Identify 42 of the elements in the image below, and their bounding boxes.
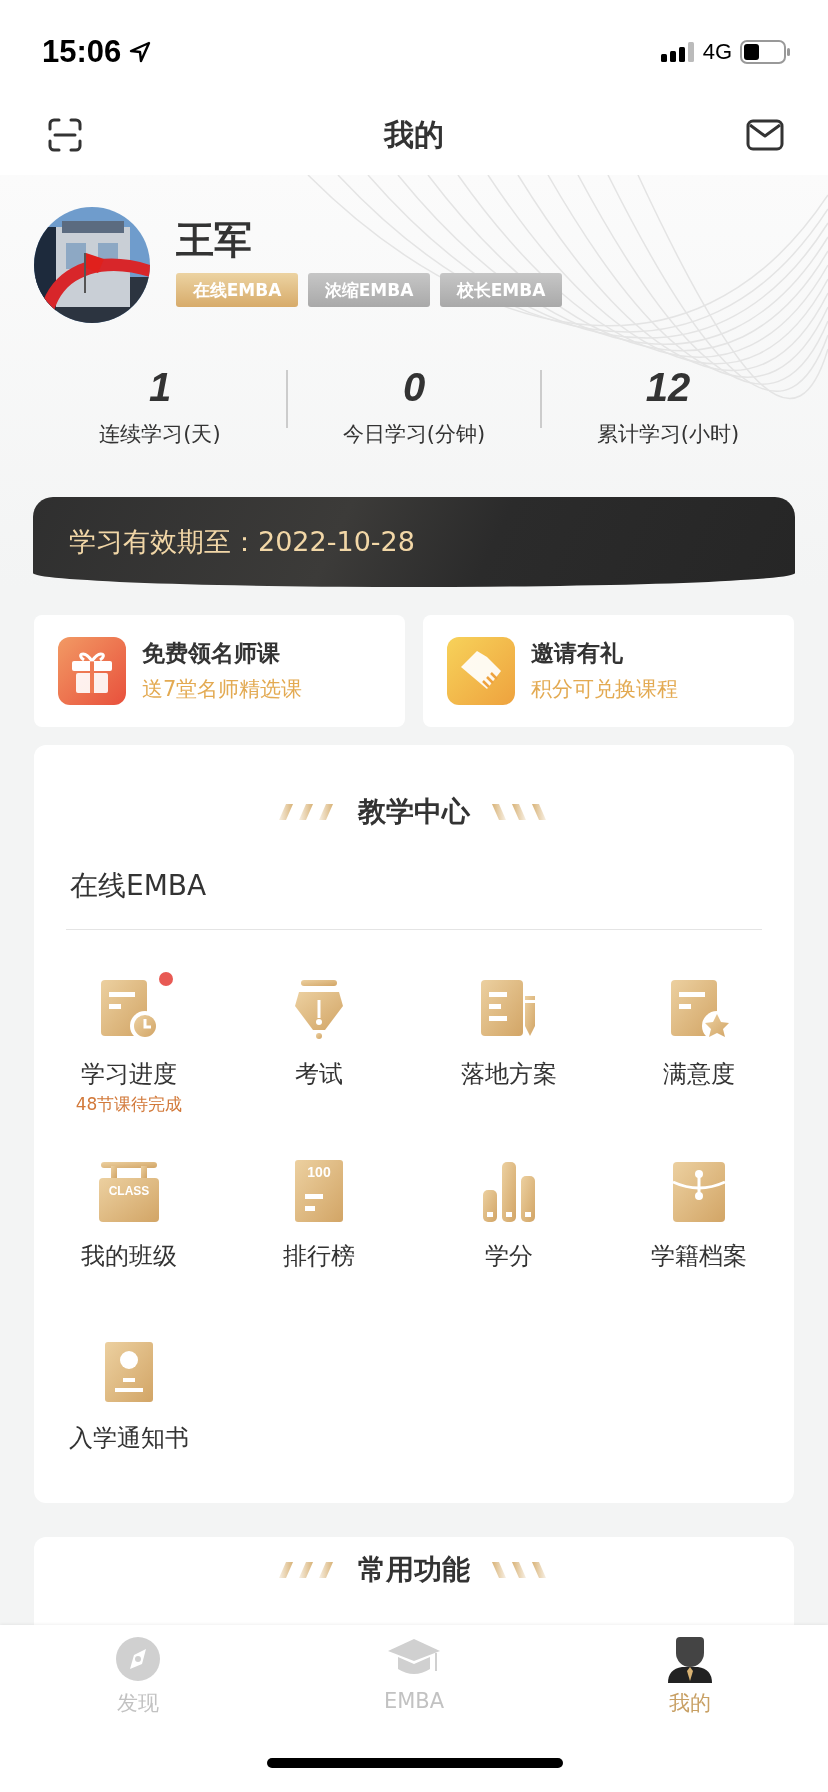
promo-title: 邀请有礼 [531,639,624,668]
signal-icon [660,41,695,62]
program-name: 在线EMBA [69,868,208,904]
icon-text: CLASS [107,1184,151,1198]
stat-label: 累计学习(小时) [595,421,741,448]
menu-item-label[interactable]: 满意度 [663,1058,735,1090]
menu-item-label[interactable]: 学习进度 [81,1058,177,1090]
menu-item-label[interactable]: 我的班级 [81,1240,177,1272]
program-tag: 浓缩EMBA [308,273,430,307]
menu-item-label[interactable]: 入学通知书 [69,1422,189,1454]
promo-subtitle: 送7堂名师精选课 [142,676,303,703]
gift-icon [58,637,126,705]
validity-text: 学习有效期至：2022-10-28 [69,525,415,559]
stat-value: 1 [147,364,173,411]
program-tag: 在线EMBA [176,273,298,307]
sign-board-icon[interactable] [97,1160,161,1224]
promo-card[interactable]: 邀请有礼 积分可兑换课程 [423,615,794,727]
network-label: 4G [702,38,732,65]
mail-icon[interactable] [746,119,784,151]
menu-item-label[interactable]: 学籍档案 [651,1240,747,1272]
menu-item-label[interactable]: 排行榜 [283,1240,355,1272]
menu-item-label[interactable]: 落地方案 [461,1058,557,1090]
location-arrow-icon [129,40,152,63]
status-time: 15:06 [42,33,122,70]
promo-title: 免费领名师课 [142,639,281,668]
battery-icon [740,39,790,64]
program-tag: 校长EMBA [440,273,562,307]
menu-item-label[interactable]: 学分 [485,1240,533,1272]
stat-value: 0 [401,364,427,411]
promo-subtitle: 积分可兑换课程 [531,676,678,703]
icon-text: 100 [306,1164,332,1180]
stat-value: 12 [644,364,692,411]
section-title: 教学中心 [358,794,470,830]
user-name: 王军 [176,217,253,263]
page-title: 我的 [384,115,444,154]
stat-label: 今日学习(分钟) [341,421,487,448]
section-title: 常用功能 [358,1552,470,1588]
scan-icon[interactable] [48,118,82,152]
stat-label: 连续学习(天) [98,421,222,448]
promo-card[interactable]: 免费领名师课 送7堂名师精选课 [34,615,405,727]
menu-item-label[interactable]: 考试 [295,1058,343,1090]
menu-item-note: 48节课待完成 [75,1093,183,1116]
